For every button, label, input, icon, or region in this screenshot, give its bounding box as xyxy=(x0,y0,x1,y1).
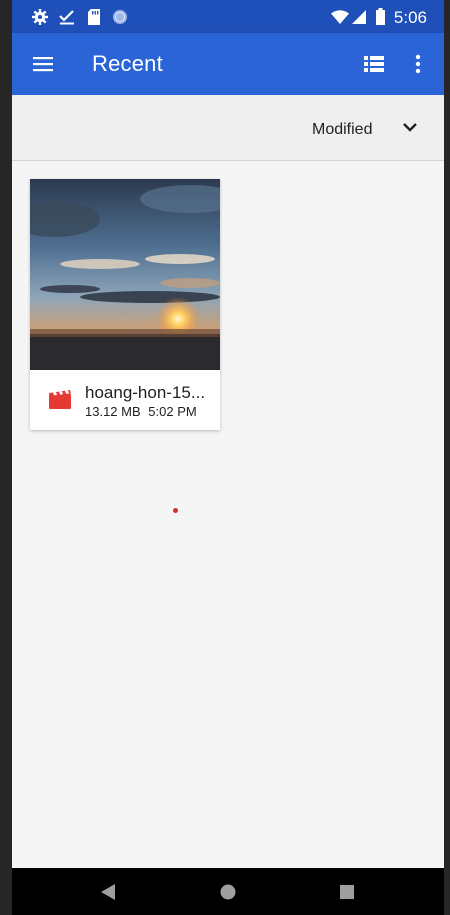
more-vert-icon[interactable] xyxy=(410,52,426,76)
battery-icon xyxy=(376,8,385,25)
status-bar: 5:06 xyxy=(12,0,444,33)
file-size: 13.12 MB xyxy=(85,404,141,419)
device-screen: 5:06 Recent Modified hoang-hon-15... 13.… xyxy=(12,0,444,915)
menu-icon[interactable] xyxy=(31,52,55,76)
app-bar: Recent xyxy=(12,33,444,95)
back-icon[interactable] xyxy=(101,884,115,900)
gear-icon xyxy=(32,9,48,25)
wifi-icon xyxy=(331,10,349,24)
signal-icon xyxy=(352,10,366,24)
list-view-icon[interactable] xyxy=(362,52,386,76)
check-icon xyxy=(59,10,74,25)
recents-icon[interactable] xyxy=(340,885,354,899)
home-icon[interactable] xyxy=(220,884,236,900)
sort-bar: Modified xyxy=(12,95,444,161)
nav-bar xyxy=(12,868,444,915)
right-bezel xyxy=(444,0,450,915)
file-time: 5:02 PM xyxy=(148,404,197,419)
app-title: Recent xyxy=(92,51,163,76)
file-name: hoang-hon-15... xyxy=(85,383,206,402)
sunset-thumbnail xyxy=(30,179,220,370)
sort-label[interactable]: Modified xyxy=(312,121,372,139)
circle-icon xyxy=(113,10,127,24)
file-meta: 13.12 MB 5:02 PM xyxy=(85,404,201,419)
file-card[interactable]: hoang-hon-15... 13.12 MB 5:02 PM xyxy=(30,179,220,430)
left-bezel xyxy=(0,0,12,915)
touch-indicator xyxy=(173,508,178,513)
chevron-down-icon[interactable] xyxy=(400,117,420,137)
video-file-icon xyxy=(49,390,71,409)
sd-card-icon xyxy=(88,9,100,25)
status-time: 5:06 xyxy=(393,8,427,27)
